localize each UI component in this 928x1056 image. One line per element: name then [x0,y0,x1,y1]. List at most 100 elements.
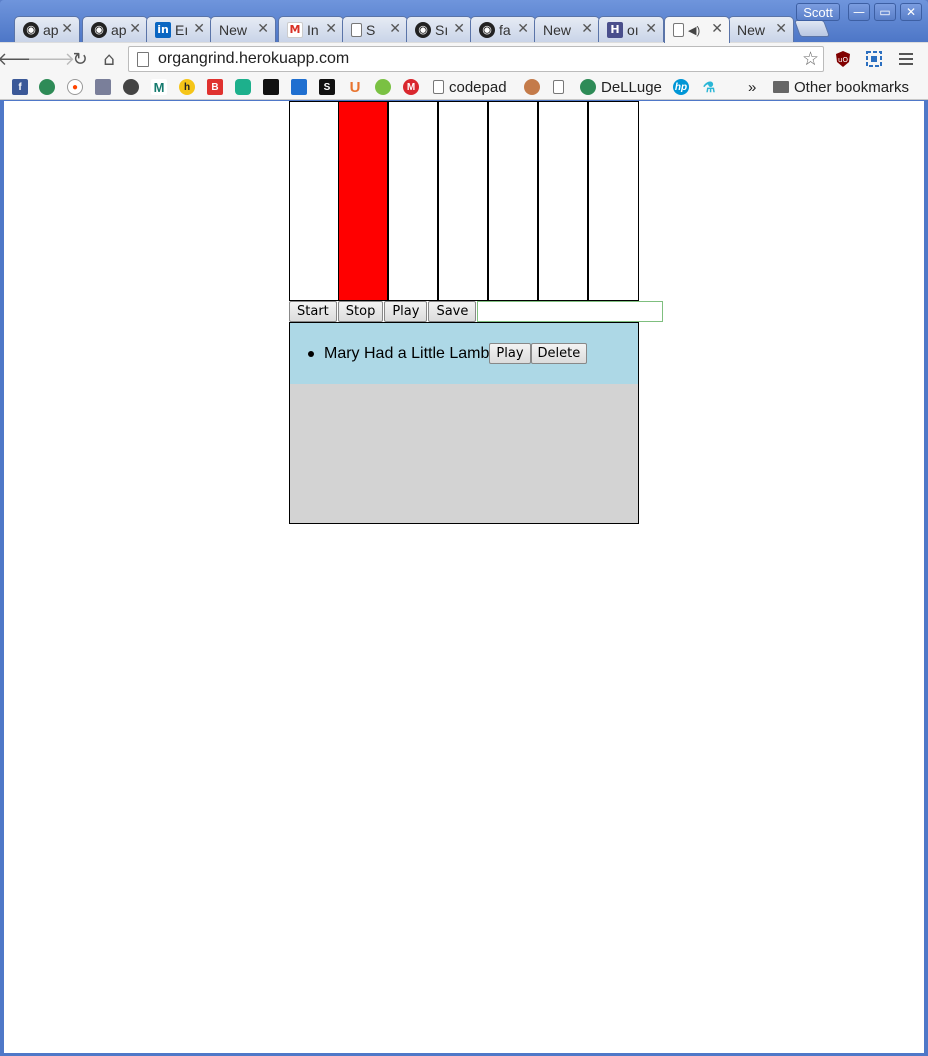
bookmark-other[interactable]: Other bookmarks [773,78,909,96]
close-icon[interactable]: ✕ [645,21,657,37]
stop-button[interactable]: Stop [337,301,384,322]
close-icon[interactable]: ✕ [129,21,141,37]
maximize-button[interactable]: ▭ [874,3,896,21]
tab-9[interactable]: New ✕ [534,16,600,42]
u-logo-icon: U [349,78,361,96]
bookmark-donut[interactable] [524,78,545,96]
song-delete-button[interactable]: Delete [530,343,588,364]
site-icon: H [607,21,623,38]
tools-icon [95,79,111,95]
url-text[interactable]: organgrind.herokuapp.com [158,50,349,68]
tab-1[interactable]: ◉ ap ✕ [14,16,80,42]
tab-5[interactable]: M In ✕ [278,16,344,42]
page-icon [433,80,444,94]
close-window-button[interactable]: ✕ [900,3,922,21]
tab-10[interactable]: H oı ✕ [598,16,664,42]
bookmark-flask[interactable]: ⚗ [701,78,722,96]
bookmark-mega[interactable]: M [403,78,424,96]
bookmark-teal[interactable] [235,78,256,96]
hp-icon: hp [673,79,689,95]
tab-6[interactable]: S ✕ [342,16,408,42]
bookmarks-overflow[interactable]: » [748,78,756,96]
bookmarks-bar: f ● M h B S U M codepad DeLLuge hp ⚗ » O… [0,74,928,100]
close-icon[interactable]: ✕ [453,21,465,37]
linkedin-icon: in [155,21,171,38]
bookmark-codepad[interactable]: codepad [433,78,507,96]
start-button[interactable]: Start [289,301,337,322]
bookmark-facebook[interactable]: f [12,78,33,96]
page-icon [137,51,149,67]
tab-2[interactable]: ◉ ap ✕ [82,16,148,42]
tab-3[interactable]: in Eı ✕ [146,16,212,42]
song-list: Mary Had a Little Lamb Play Delete [289,323,639,384]
teal-logo-icon [235,79,251,95]
organ-key-3[interactable] [389,102,439,300]
bookmark-b[interactable]: B [207,78,228,96]
bookmark-h[interactable]: h [179,78,200,96]
song-name-input[interactable] [477,301,664,322]
page-content: Start Stop Play Save Mary Had a Little L… [4,101,924,1053]
close-icon[interactable]: ✕ [61,21,73,37]
s-logo-icon: S [319,79,335,95]
tab-12[interactable]: New ✕ [728,16,794,42]
bookmark-delluge[interactable]: DeLLuge [580,78,662,96]
cat-icon [123,79,139,95]
tab-active[interactable]: ◀) ✕ [664,16,730,43]
tab-8[interactable]: ◉ fa ✕ [470,16,536,42]
address-bar[interactable]: organgrind.herokuapp.com ☆ [128,46,824,72]
bookmark-s[interactable]: S [319,78,340,96]
bookmark-hp[interactable]: hp [673,78,694,96]
organ-key-6[interactable] [539,102,589,300]
bookmark-clapper[interactable] [291,78,312,96]
minimize-button[interactable]: — [848,3,870,21]
profile-button[interactable]: Scott [796,3,840,21]
close-icon[interactable]: ✕ [325,21,337,37]
bookmark-dark[interactable] [263,78,284,96]
b-logo-icon: B [207,79,223,95]
clapper-icon [291,79,307,95]
close-icon[interactable]: ✕ [775,21,787,37]
song-play-button[interactable]: Play [489,343,531,364]
song-item: Mary Had a Little Lamb Play Delete [308,343,638,364]
organ-key-1[interactable] [290,102,339,300]
close-icon[interactable]: ✕ [711,21,723,37]
recording-controls: Start Stop Play Save [289,301,664,323]
tab-7[interactable]: ◉ Sı ✕ [406,16,472,42]
organ-key-7[interactable] [589,102,638,300]
close-icon[interactable]: ✕ [389,21,401,37]
new-tab-button[interactable] [793,20,831,37]
bookmark-star-icon[interactable]: ☆ [802,48,819,70]
facebook-icon: f [12,79,28,95]
browser-window: ◉ ap ✕ ◉ ap ✕ in Eı ✕ New ✕ M In ✕ S ✕ ◉… [0,0,928,1056]
organ-app: Start Stop Play Save Mary Had a Little L… [289,101,664,524]
page-icon [553,80,564,94]
forward-button[interactable]: 🡒 [27,48,75,70]
close-icon[interactable]: ✕ [517,21,529,37]
bookmark-m[interactable]: M [151,78,172,96]
ublock-icon[interactable]: uO [833,49,853,69]
organ-key-2[interactable] [339,102,389,300]
save-button[interactable]: Save [428,301,477,322]
bookmark-green[interactable] [375,78,396,96]
organ-key-5[interactable] [489,102,539,300]
close-icon[interactable]: ✕ [581,21,593,37]
play-button[interactable]: Play [384,301,428,322]
close-icon[interactable]: ✕ [257,21,269,37]
screenshot-extension-icon[interactable] [864,49,884,69]
bookmark-page[interactable] [553,78,569,96]
organ-key-4[interactable] [439,102,489,300]
menu-icon[interactable] [896,49,916,69]
bookmark-cat[interactable] [123,78,144,96]
gmail-icon: M [287,21,303,38]
tab-4[interactable]: New ✕ [210,16,276,42]
bookmark-frog[interactable] [39,78,60,96]
svg-text:uO: uO [838,56,848,64]
reload-button[interactable]: ↻ [69,48,91,70]
frog-icon [580,79,596,95]
bookmark-tools[interactable] [95,78,116,96]
home-button[interactable]: ⌂ [98,48,120,70]
bookmark-u[interactable]: U [347,78,368,96]
close-icon[interactable]: ✕ [193,21,205,37]
bullet-icon [308,350,314,357]
bookmark-reddit[interactable]: ● [67,78,88,96]
